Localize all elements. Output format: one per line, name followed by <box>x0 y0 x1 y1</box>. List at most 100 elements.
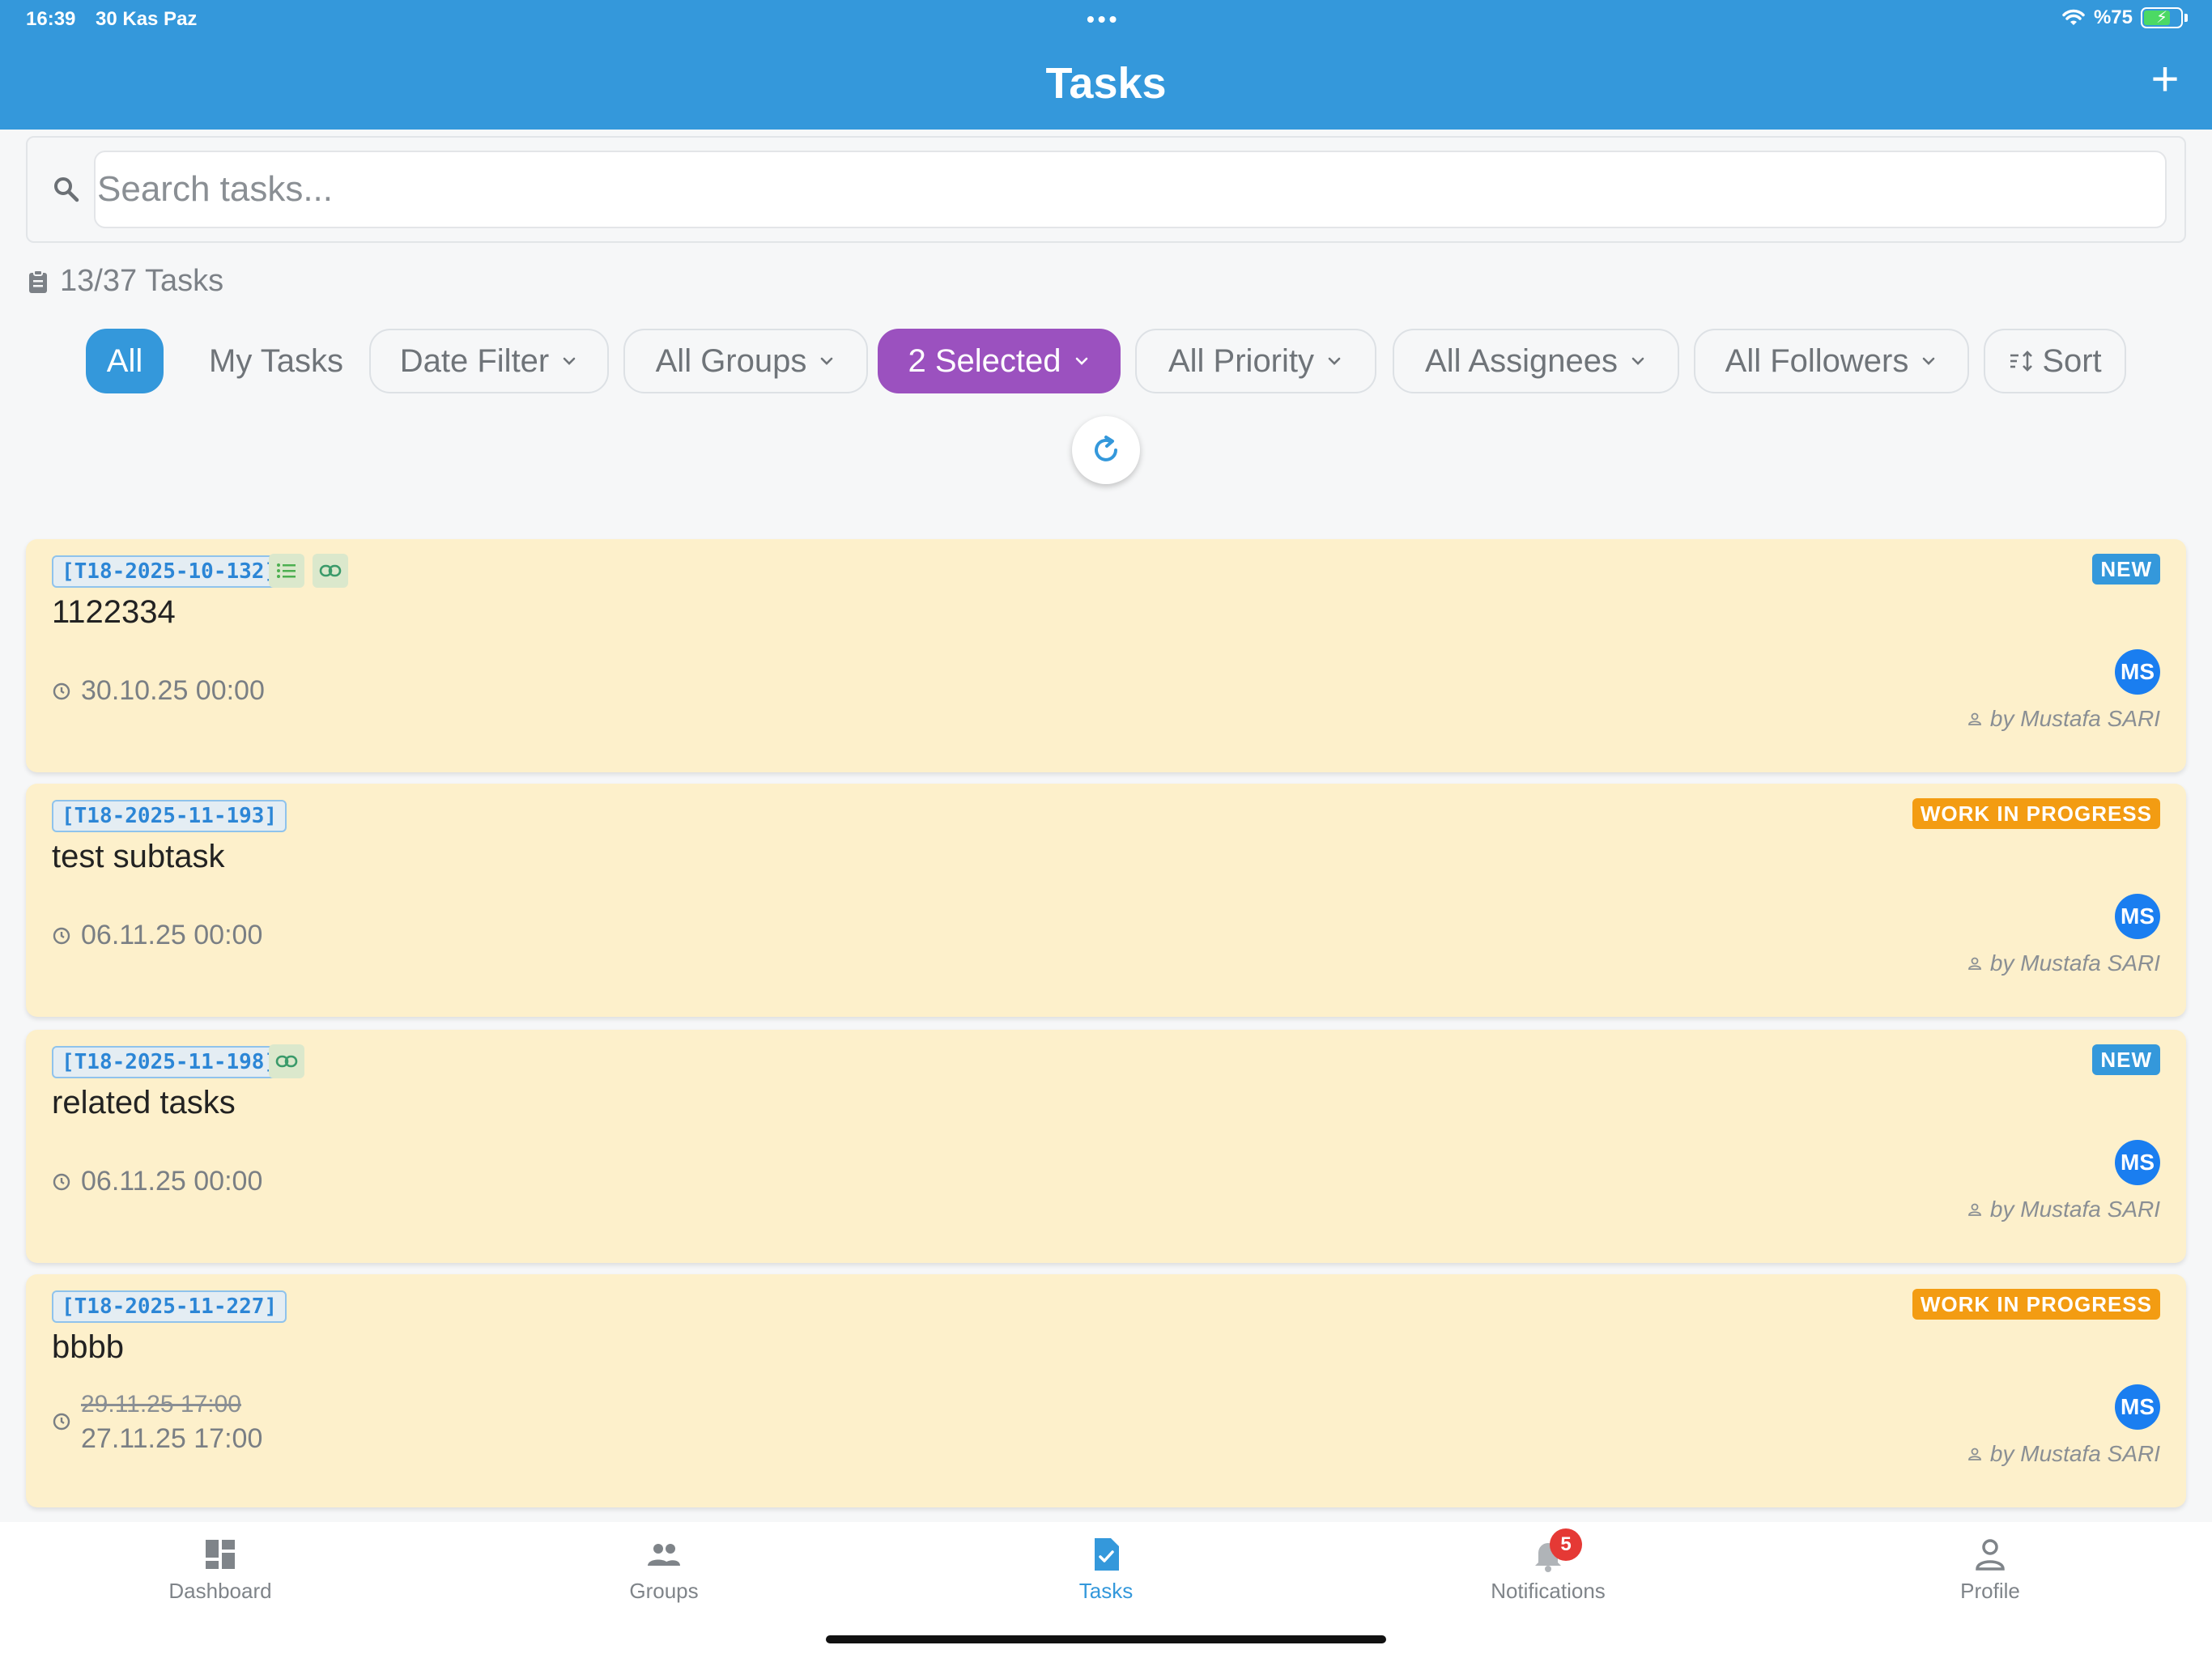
due-date-stack: 29.11.25 17:00 27.11.25 17:00 <box>81 1388 262 1456</box>
nav-tasks[interactable]: Tasks <box>985 1535 1227 1604</box>
sort-button[interactable]: Sort <box>1984 329 2126 393</box>
task-title: bbbb <box>52 1329 124 1365</box>
chevron-down-icon <box>1328 357 1341 365</box>
task-card[interactable]: [T18-2025-11-198] NEW related tasks 06.1… <box>26 1030 2186 1263</box>
nav-profile[interactable]: Profile <box>1869 1535 2112 1604</box>
priority-filter-label: All Priority <box>1168 342 1315 379</box>
groups-filter-dropdown[interactable]: All Groups <box>623 329 868 393</box>
created-by-text: by Mustafa SARI <box>1989 706 2160 731</box>
chevron-down-icon <box>1631 357 1644 365</box>
task-card[interactable]: [T18-2025-11-193] WORK IN PROGRESS test … <box>26 784 2186 1017</box>
person-icon <box>1968 712 1981 725</box>
nav-notifications-label: Notifications <box>1491 1579 1606 1603</box>
due-date-text: 06.11.25 00:00 <box>81 1166 263 1197</box>
filter-my-tasks-label: My Tasks <box>209 342 343 379</box>
task-card[interactable]: [T18-2025-10-132] NEW 1122334 30.10.25 0… <box>26 539 2186 772</box>
created-by: by Mustafa SARI <box>1967 1197 2160 1222</box>
task-count-label: 13/37 Tasks <box>60 264 224 298</box>
nav-dashboard-label: Dashboard <box>168 1579 272 1603</box>
task-id: [T18-2025-10-132] <box>52 555 287 588</box>
created-by-text: by Mustafa SARI <box>1989 1441 2160 1466</box>
clock-icon <box>53 682 70 699</box>
status-badge: WORK IN PROGRESS <box>1912 1289 2160 1320</box>
status-filter-dropdown[interactable]: 2 Selected <box>878 329 1121 393</box>
status-time: 16:39 <box>26 8 76 30</box>
due-date-text: 27.11.25 17:00 <box>81 1423 263 1454</box>
nav-dashboard[interactable]: Dashboard <box>99 1535 342 1604</box>
notification-count-badge: 5 <box>1550 1528 1582 1561</box>
search-input[interactable] <box>94 151 2167 228</box>
task-card[interactable]: [T18-2025-11-227] WORK IN PROGRESS bbbb … <box>26 1274 2186 1507</box>
filter-all-label: All <box>106 342 143 379</box>
created-by-text: by Mustafa SARI <box>1989 950 2160 976</box>
status-badge: NEW <box>2092 554 2160 585</box>
followers-filter-label: All Followers <box>1725 342 1909 379</box>
notifications-icon-wrap: 5 <box>1529 1528 1582 1574</box>
created-by-text: by Mustafa SARI <box>1989 1197 2160 1222</box>
wifi-icon <box>2062 9 2085 25</box>
battery-nub <box>2184 14 2188 22</box>
clock-icon <box>53 1173 70 1190</box>
multitasking-dots-icon[interactable]: ••• <box>1087 6 1120 32</box>
chevron-down-icon <box>821 357 833 365</box>
assignee-avatar[interactable]: MS <box>2115 649 2160 695</box>
priority-filter-dropdown[interactable]: All Priority <box>1135 329 1376 393</box>
created-by: by Mustafa SARI <box>1967 950 2160 976</box>
link-icon <box>269 1044 304 1078</box>
subtasks-list-icon <box>269 554 304 588</box>
chevron-down-icon <box>1923 357 1935 365</box>
page-title: Tasks <box>1045 59 1167 108</box>
nav-tasks-label: Tasks <box>1078 1579 1134 1603</box>
due-date: 30.10.25 00:00 <box>52 675 265 707</box>
task-title: test subtask <box>52 839 225 874</box>
due-date: 06.11.25 00:00 <box>52 1166 262 1197</box>
filter-my-tasks[interactable]: My Tasks <box>185 329 368 393</box>
task-id: [T18-2025-11-193] <box>52 800 287 832</box>
battery-icon: ⚡ <box>2141 7 2183 28</box>
chevron-down-icon <box>563 357 576 365</box>
assignees-filter-label: All Assignees <box>1425 342 1618 379</box>
nav-groups[interactable]: Groups <box>542 1535 785 1604</box>
due-date: 06.11.25 00:00 <box>52 920 262 951</box>
add-task-button[interactable]: + <box>2141 55 2189 104</box>
due-date: 29.11.25 17:00 27.11.25 17:00 <box>52 1388 262 1456</box>
created-by: by Mustafa SARI <box>1967 1441 2160 1467</box>
followers-filter-dropdown[interactable]: All Followers <box>1694 329 1969 393</box>
assignee-avatar[interactable]: MS <box>2115 1140 2160 1185</box>
home-indicator[interactable] <box>826 1635 1386 1643</box>
assignees-filter-dropdown[interactable]: All Assignees <box>1393 329 1679 393</box>
nav-profile-label: Profile <box>1960 1579 2020 1603</box>
app-header: 16:39 30 Kas Paz ••• %75 ⚡ Tasks + <box>0 0 2212 130</box>
person-icon <box>1968 957 1981 970</box>
refresh-icon <box>1095 436 1117 461</box>
link-icon <box>313 554 348 588</box>
sort-label: Sort <box>2042 342 2102 379</box>
person-icon <box>1968 1203 1981 1216</box>
task-id: [T18-2025-11-198] <box>52 1046 287 1078</box>
search-icon <box>54 177 79 202</box>
due-date-text: 06.11.25 00:00 <box>81 920 263 950</box>
groups-icon <box>648 1544 680 1566</box>
task-title: 1122334 <box>52 594 176 630</box>
status-badge: NEW <box>2092 1044 2160 1075</box>
date-filter-dropdown[interactable]: Date Filter <box>369 329 609 393</box>
groups-filter-label: All Groups <box>655 342 807 379</box>
task-count: 13/37 Tasks <box>28 264 223 299</box>
battery-percent: %75 <box>2093 6 2133 28</box>
assignee-avatar[interactable]: MS <box>2115 894 2160 939</box>
search-bar <box>26 136 2186 243</box>
status-indicators: %75 ⚡ <box>2061 6 2188 29</box>
profile-icon <box>1976 1539 2005 1571</box>
due-date-text: 30.10.25 00:00 <box>81 675 265 706</box>
task-document-icon <box>1095 1538 1119 1571</box>
nav-notifications[interactable]: 5 Notifications <box>1427 1528 1670 1604</box>
sort-icon <box>2010 351 2033 372</box>
filter-all[interactable]: All <box>86 329 164 393</box>
dashboard-icon <box>206 1540 235 1569</box>
charging-bolt-icon: ⚡ <box>2155 9 2168 27</box>
assignee-avatar[interactable]: MS <box>2115 1384 2160 1430</box>
clock-icon <box>53 1413 70 1431</box>
status-filter-label: 2 Selected <box>908 342 1061 379</box>
refresh-button[interactable] <box>1072 416 1140 484</box>
clock-icon <box>53 927 70 944</box>
